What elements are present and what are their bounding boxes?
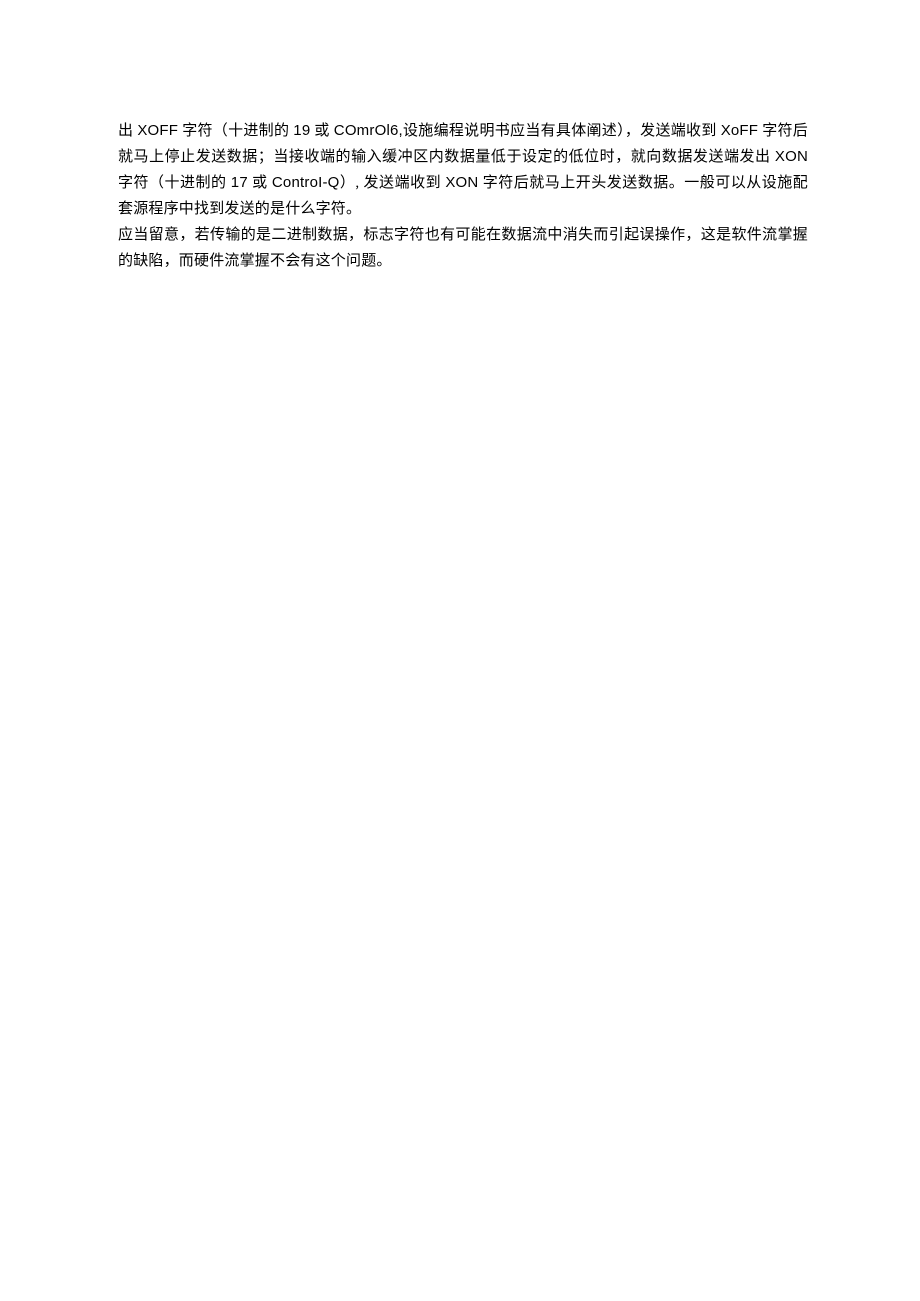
latin-text-run: 19 bbox=[293, 122, 310, 139]
cjk-text-run: 出 bbox=[118, 123, 137, 139]
latin-text-run: XoFF bbox=[721, 122, 758, 139]
cjk-text-run: 或 bbox=[310, 123, 333, 139]
latin-text-run: 17 bbox=[231, 174, 248, 191]
cjk-text-run: 设施编程说明书应当有具体阐述），发送端收到 bbox=[403, 123, 721, 139]
cjk-text-run: 应当留意，若传输的是二进制数据，标志字符也有可能在数据流中消失而引起误操作，这是… bbox=[118, 227, 808, 269]
document-page: 出 XOFF 字符（十进制的 19 或 COmrOl6,设施编程说明书应当有具体… bbox=[0, 0, 920, 274]
latin-text-run: XON bbox=[445, 174, 478, 191]
paragraph-1: 出 XOFF 字符（十进制的 19 或 COmrOl6,设施编程说明书应当有具体… bbox=[118, 118, 808, 222]
cjk-text-run: 或 bbox=[248, 175, 272, 191]
latin-text-run: COmrOl6, bbox=[334, 122, 403, 139]
cjk-text-run: 字符（十进制的 bbox=[178, 123, 293, 139]
cjk-text-run: ）, 发送端收到 bbox=[340, 175, 446, 191]
latin-text-run: XOFF bbox=[137, 122, 178, 139]
cjk-text-run: 字符（十进制的 bbox=[118, 175, 231, 191]
paragraph-2: 应当留意，若传输的是二进制数据，标志字符也有可能在数据流中消失而引起误操作，这是… bbox=[118, 222, 808, 274]
latin-text-run: XON bbox=[775, 148, 808, 165]
latin-text-run: ControI-Q bbox=[272, 174, 340, 191]
